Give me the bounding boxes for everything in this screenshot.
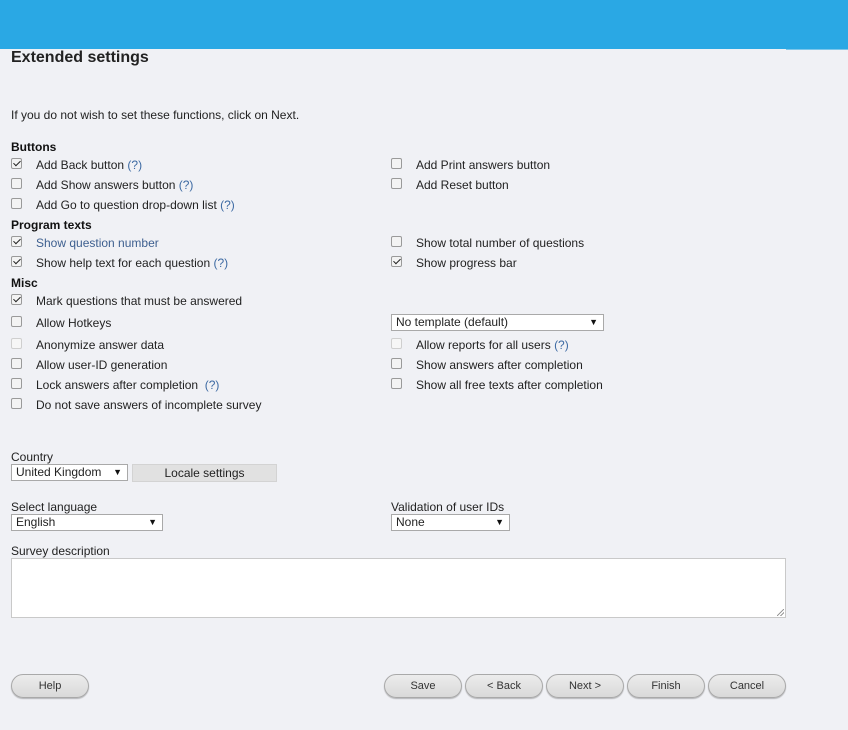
lock-answers-checkbox[interactable]	[11, 378, 22, 389]
no-save-incomplete-label: Do not save answers of incomplete survey	[36, 398, 262, 412]
show-free-texts-label: Show all free texts after completion	[416, 378, 603, 392]
country-select-value: United Kingdom	[16, 465, 102, 479]
section-buttons: Buttons	[11, 140, 57, 154]
country-label: Country	[11, 450, 54, 464]
save-button[interactable]: Save	[384, 674, 462, 698]
show-help-text-label: Show help text for each question (?)	[36, 256, 229, 270]
language-select-value: English	[16, 515, 56, 529]
show-answers-after-label: Show answers after completion	[416, 358, 583, 372]
anonymize-checkbox[interactable]	[11, 338, 22, 349]
lock-answers-label: Lock answers after completion (?)	[36, 378, 220, 392]
locale-settings-button[interactable]: Locale settings	[132, 464, 277, 482]
anonymize-label: Anonymize answer data	[36, 338, 165, 352]
show-total-questions-checkbox[interactable]	[391, 236, 402, 247]
section-program-texts: Program texts	[11, 218, 92, 232]
help-link[interactable]: (?)	[213, 256, 228, 270]
show-free-texts-checkbox[interactable]	[391, 378, 402, 389]
template-select[interactable]: No template (default) ▼	[391, 314, 604, 331]
reset-button-checkbox[interactable]	[391, 178, 402, 189]
show-question-number-checkbox[interactable]	[11, 236, 22, 247]
next-button[interactable]: Next >	[546, 674, 624, 698]
show-progress-bar-label: Show progress bar	[416, 256, 517, 270]
show-answers-button-label: Add Show answers button (?)	[36, 178, 194, 192]
print-answers-checkbox[interactable]	[391, 158, 402, 169]
chevron-down-icon: ▼	[589, 317, 598, 327]
show-help-text-checkbox[interactable]	[11, 256, 22, 267]
show-answers-after-checkbox[interactable]	[391, 358, 402, 369]
help-link[interactable]: (?)	[554, 338, 569, 352]
section-misc: Misc	[11, 276, 38, 290]
chevron-down-icon: ▼	[495, 517, 504, 527]
language-label: Select language	[11, 500, 98, 514]
help-button[interactable]: Help	[11, 674, 89, 698]
help-link[interactable]: (?)	[179, 178, 194, 192]
show-progress-bar-checkbox[interactable]	[391, 256, 402, 267]
language-select[interactable]: English ▼	[11, 514, 163, 531]
validation-label: Validation of user IDs	[391, 500, 505, 514]
goto-dropdown-checkbox[interactable]	[11, 198, 22, 209]
description-label: Survey description	[11, 544, 110, 558]
page-title: Extended settings	[11, 49, 149, 66]
allow-userid-checkbox[interactable]	[11, 358, 22, 369]
back-button-label: Add Back button (?)	[36, 158, 143, 172]
validation-select-value: None	[396, 515, 425, 529]
template-select-value: No template (default)	[396, 315, 509, 329]
allow-reports-checkbox[interactable]	[391, 338, 402, 349]
mark-required-label: Mark questions that must be answered	[36, 294, 243, 308]
back-button-checkbox[interactable]	[11, 158, 22, 169]
resize-grip-icon[interactable]	[777, 609, 784, 616]
top-banner	[0, 0, 848, 49]
help-link[interactable]: (?)	[127, 158, 142, 172]
show-answers-button-checkbox[interactable]	[11, 178, 22, 189]
print-answers-label: Add Print answers button	[416, 158, 551, 172]
survey-description-textarea[interactable]	[11, 558, 786, 618]
show-total-questions-label: Show total number of questions	[416, 236, 585, 250]
no-save-incomplete-checkbox[interactable]	[11, 398, 22, 409]
allow-reports-label: Allow reports for all users (?)	[416, 338, 569, 352]
chevron-down-icon: ▼	[113, 467, 122, 477]
country-select[interactable]: United Kingdom ▼	[11, 464, 128, 481]
allow-hotkeys-label: Allow Hotkeys	[36, 316, 112, 330]
mark-required-checkbox[interactable]	[11, 294, 22, 305]
finish-button[interactable]: Finish	[627, 674, 705, 698]
help-link[interactable]: (?)	[220, 198, 235, 212]
goto-dropdown-label: Add Go to question drop-down list (?)	[36, 198, 235, 212]
show-question-number-label[interactable]: Show question number	[36, 236, 159, 250]
cancel-button[interactable]: Cancel	[708, 674, 786, 698]
intro-text: If you do not wish to set these function…	[11, 108, 300, 122]
allow-userid-label: Allow user-ID generation	[36, 358, 168, 372]
reset-button-label: Add Reset button	[416, 178, 509, 192]
banner-edge	[786, 49, 848, 50]
validation-select[interactable]: None ▼	[391, 514, 510, 531]
chevron-down-icon: ▼	[148, 517, 157, 527]
back-button[interactable]: < Back	[465, 674, 543, 698]
allow-hotkeys-checkbox[interactable]	[11, 316, 22, 327]
help-link[interactable]: (?)	[205, 378, 220, 392]
